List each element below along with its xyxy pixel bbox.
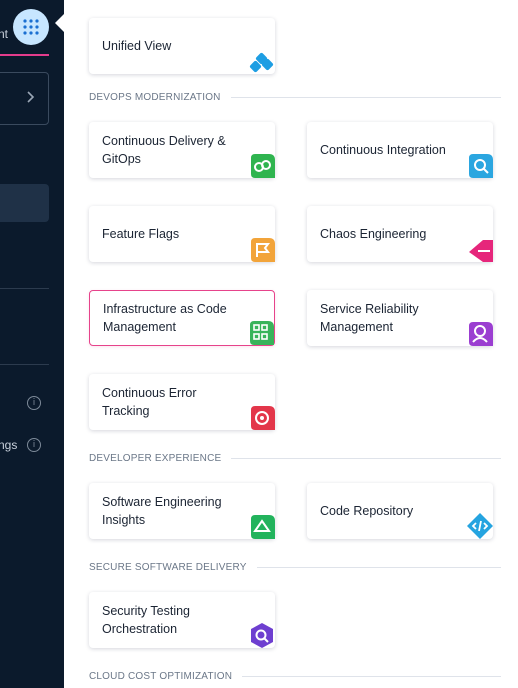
info-icon[interactable]: i (27, 396, 41, 410)
nav-divider (0, 288, 49, 289)
grid-icon (23, 19, 39, 35)
section-header: CLOUD COST OPTIMIZATION (89, 669, 501, 683)
module-card-error-tracking[interactable]: Continuous Error Tracking (89, 374, 275, 430)
module-label: Code Repository (320, 504, 414, 518)
section-header: DEVOPS MODERNIZATION (89, 90, 501, 104)
module-card-continuous-integration[interactable]: Continuous Integration (307, 122, 493, 178)
module-card-iacm[interactable]: Infrastructure as Code Management (89, 290, 275, 346)
module-label: Continuous Delivery & GitOps (102, 134, 226, 166)
unified-view-icon (249, 52, 274, 73)
module-card-service-reliability[interactable]: Service Reliability Management (307, 290, 493, 346)
srm-icon (469, 322, 493, 346)
project-selector[interactable] (0, 72, 49, 125)
section-title: SECURE SOFTWARE DELIVERY (89, 561, 247, 573)
sto-icon (251, 623, 273, 648)
popover-pointer (55, 13, 65, 33)
section-header: DEVELOPER EXPERIENCE (89, 451, 501, 465)
info-icon[interactable]: i (27, 438, 41, 452)
ci-icon (469, 154, 493, 178)
module-label: Feature Flags (102, 227, 180, 241)
section-title: DEVOPS MODERNIZATION (89, 91, 221, 103)
module-label: Security Testing Orchestration (102, 604, 191, 636)
sei-icon (251, 515, 275, 539)
section-title: DEVELOPER EXPERIENCE (89, 452, 222, 464)
module-label: Service Reliability Management (320, 302, 419, 334)
nav-active-underline (0, 54, 49, 56)
chaos-icon (469, 240, 493, 262)
module-switcher-button[interactable] (13, 9, 49, 45)
module-card-feature-flags[interactable]: Feature Flags (89, 206, 275, 262)
left-nav: nt i ngs i (0, 0, 64, 688)
module-label: Unified View (102, 39, 172, 53)
module-switcher-screen: nt i ngs i Unified View DEVOPS MODERNIZA… (0, 0, 518, 688)
module-card-sei[interactable]: Software Engineering Insights (89, 483, 275, 539)
nav-project-label[interactable]: nt (0, 27, 8, 41)
section-header: SECURE SOFTWARE DELIVERY (89, 560, 501, 574)
module-label: Infrastructure as Code Management (103, 302, 227, 334)
nav-divider (0, 364, 49, 365)
cd-icon (251, 154, 275, 178)
module-card-sto[interactable]: Security Testing Orchestration (89, 592, 275, 648)
iacm-icon (250, 321, 274, 345)
module-label: Continuous Integration (320, 143, 446, 157)
module-label: Software Engineering Insights (102, 495, 222, 527)
module-label: Continuous Error Tracking (102, 386, 197, 418)
module-card-code-repository[interactable]: Code Repository (307, 483, 493, 539)
module-label: Chaos Engineering (320, 227, 427, 241)
error-tracking-icon (251, 406, 275, 430)
feature-flags-icon (251, 238, 275, 262)
section-title: CLOUD COST OPTIMIZATION (89, 670, 233, 682)
code-repo-icon (467, 513, 493, 539)
module-card-unified-view[interactable]: Unified View (89, 18, 275, 74)
nav-settings-label[interactable]: ngs (0, 438, 17, 452)
module-card-chaos-engineering[interactable]: Chaos Engineering (307, 206, 493, 262)
chevron-right-icon (27, 91, 35, 103)
nav-item-active[interactable] (0, 184, 49, 222)
module-card-continuous-delivery[interactable]: Continuous Delivery & GitOps (89, 122, 275, 178)
